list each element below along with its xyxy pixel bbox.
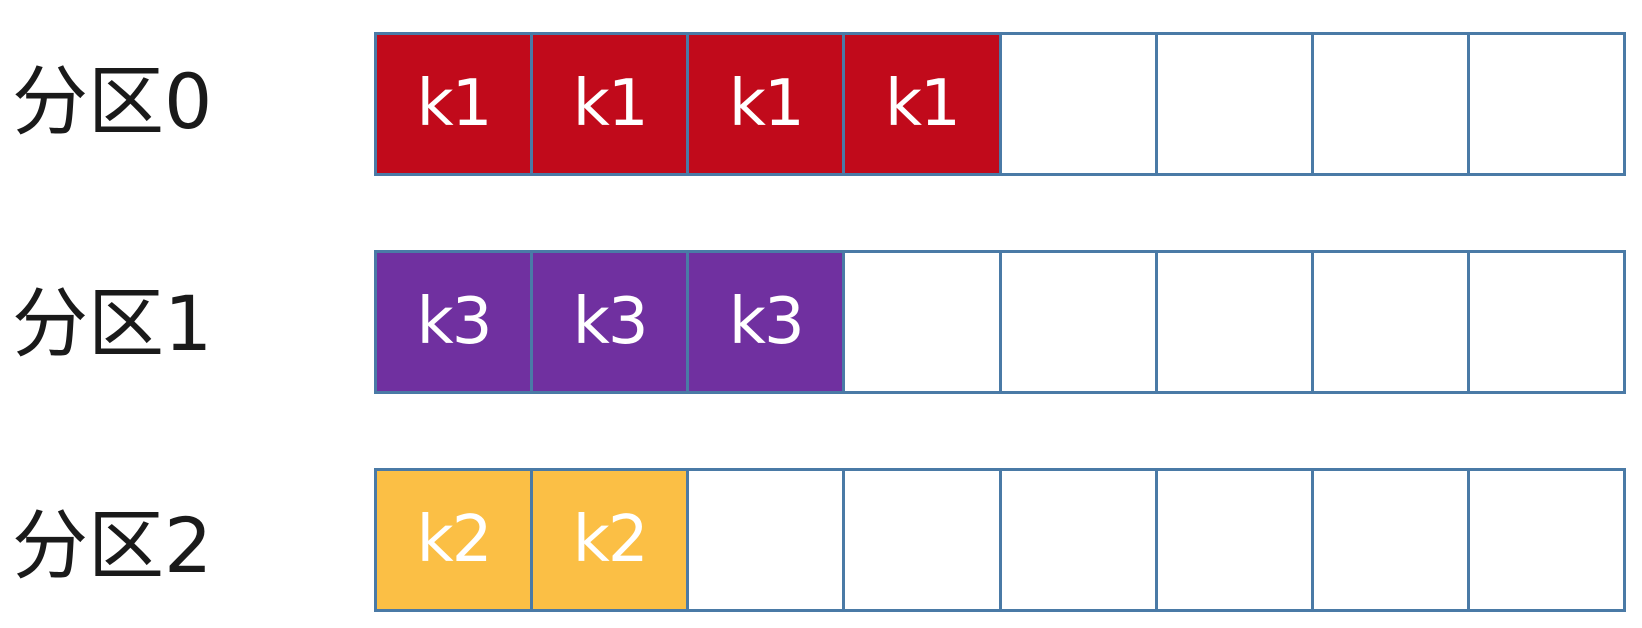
partition-2-slot	[1157, 468, 1314, 612]
partition-2-slot: k2	[377, 468, 534, 612]
partition-1-label: 分区1	[12, 279, 213, 368]
partition-1-slot	[1157, 250, 1314, 394]
partition-0-slot	[1157, 32, 1314, 176]
partition-2-slot	[1001, 468, 1158, 612]
partition-2-slot	[689, 468, 846, 612]
partition-0-slot	[1001, 32, 1158, 176]
partition-2-label: 分区2	[12, 501, 213, 590]
partition-0-bar: k1 k1 k1 k1	[374, 32, 1626, 176]
partition-1-slot	[845, 250, 1002, 394]
partition-2-slot	[1313, 468, 1470, 612]
partition-2-bar: k2 k2	[374, 468, 1626, 612]
partition-0-label: 分区0	[12, 57, 213, 146]
partition-0-slot: k1	[689, 32, 846, 176]
partition-1-slot	[1469, 250, 1626, 394]
partition-1-slot: k3	[689, 250, 846, 394]
partition-0-slot: k1	[845, 32, 1002, 176]
partition-1-slot	[1001, 250, 1158, 394]
partition-2-slot: k2	[533, 468, 690, 612]
partition-0-slot	[1313, 32, 1470, 176]
partition-2-slot	[845, 468, 1002, 612]
partition-1-slot: k3	[533, 250, 690, 394]
partition-2-slot	[1469, 468, 1626, 612]
partition-0-slot	[1469, 32, 1626, 176]
partition-0-slot: k1	[533, 32, 690, 176]
partition-0-slot: k1	[377, 32, 534, 176]
partition-1-slot: k3	[377, 250, 534, 394]
partition-1-slot	[1313, 250, 1470, 394]
partition-1-bar: k3 k3 k3	[374, 250, 1626, 394]
